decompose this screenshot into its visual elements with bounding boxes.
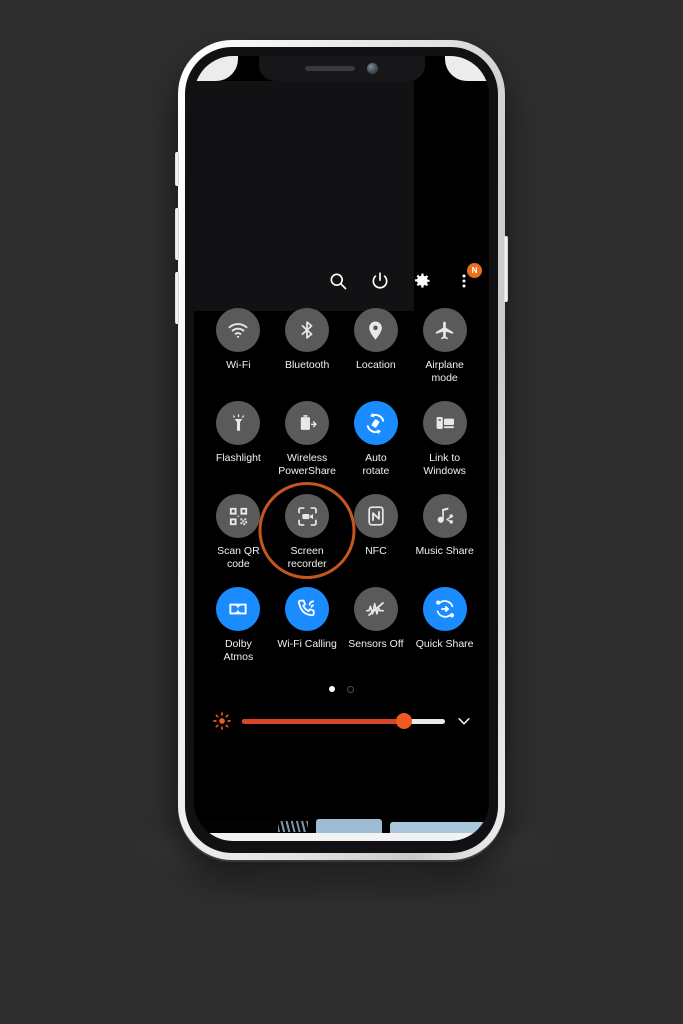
scene: N Wi-Fi Bluetooth Location Airplane mode…: [0, 0, 683, 1024]
quick-settings-panel: N Wi-Fi Bluetooth Location Airplane mode…: [194, 56, 489, 841]
toggle-bluetooth[interactable]: Bluetooth: [273, 308, 342, 384]
wallpaper-base: [194, 833, 489, 841]
toggle-label: Wireless PowerShare: [278, 452, 337, 477]
toggle-label: Dolby Atmos: [223, 638, 254, 663]
location-pin-icon: [353, 308, 398, 352]
toggle-label: Auto rotate: [362, 452, 390, 477]
page-indicator: [194, 683, 489, 695]
toggle-label: Bluetooth: [284, 359, 330, 371]
header-actions: N: [327, 263, 482, 292]
page-dot-inactive[interactable]: [347, 685, 354, 693]
qr-code-icon: [216, 494, 261, 538]
toggle-flashlight[interactable]: Flashlight: [204, 401, 273, 477]
music-share-icon: [422, 494, 467, 538]
flashlight-icon: [216, 401, 261, 445]
wallpaper-detail-a: [278, 821, 308, 832]
search-icon[interactable]: [327, 270, 349, 292]
toggle-scan-qr-code[interactable]: Scan QR code: [204, 494, 273, 570]
toggle-wireless-powershare[interactable]: Wireless PowerShare: [273, 401, 342, 477]
toggle-label: Screen recorder: [287, 545, 327, 570]
page-dot-active[interactable]: [329, 686, 335, 692]
wireless-powershare-icon: [285, 401, 330, 445]
power-button[interactable]: [504, 236, 508, 302]
toggle-label: Wi-Fi Calling: [277, 638, 337, 650]
brightness-icon: [212, 711, 232, 731]
toggle-screen-recorder[interactable]: Screen recorder: [258, 482, 356, 579]
toggle-label: Sensors Off: [348, 638, 404, 650]
toggle-sensors-off[interactable]: Sensors Off: [342, 587, 411, 663]
quick-panel-header: N: [194, 86, 489, 304]
phone-screen: N Wi-Fi Bluetooth Location Airplane mode…: [194, 56, 489, 841]
wifi-icon: [216, 308, 261, 352]
display-notch: [258, 56, 425, 81]
link-to-windows-icon: [422, 401, 467, 445]
toggle-label: Link to Windows: [423, 452, 466, 477]
toggle-nfc[interactable]: NFC: [342, 494, 411, 570]
toggle-location[interactable]: Location: [342, 308, 411, 384]
toggle-wifi-calling[interactable]: Wi-Fi Calling: [273, 587, 342, 663]
quick-share-icon: [422, 587, 467, 631]
front-camera-icon: [367, 63, 378, 74]
wallpaper-detail-b: [316, 819, 382, 833]
wifi-calling-icon: [285, 587, 330, 631]
toggle-label: NFC: [365, 545, 387, 557]
auto-rotate-icon: [353, 401, 398, 445]
toggle-auto-rotate[interactable]: Auto rotate: [342, 401, 411, 477]
brightness-slider[interactable]: [242, 713, 445, 729]
notification-badge: N: [467, 263, 482, 278]
toggle-label: Airplane mode: [425, 359, 464, 384]
gear-icon[interactable]: [411, 270, 433, 292]
power-icon[interactable]: [369, 270, 391, 292]
toggle-link-to-windows[interactable]: Link to Windows: [410, 401, 479, 477]
chevron-down-icon[interactable]: [455, 712, 473, 730]
brightness-slider-knob[interactable]: [396, 713, 413, 729]
sensors-off-icon: [353, 587, 398, 631]
phone-device: N Wi-Fi Bluetooth Location Airplane mode…: [175, 40, 508, 860]
brightness-control: [194, 701, 489, 731]
toggle-label: Wi-Fi: [226, 359, 251, 371]
dolby-atmos-icon: [216, 587, 261, 631]
brightness-slider-fill: [242, 718, 405, 724]
nfc-icon: [353, 494, 398, 538]
wallpaper-peek: [194, 819, 489, 841]
more-vert-icon[interactable]: N: [453, 263, 482, 292]
wallpaper-detail-c: [390, 822, 489, 833]
toggle-dolby-atmos[interactable]: Dolby Atmos: [204, 587, 273, 663]
screen-recorder-icon: [285, 494, 330, 538]
airplane-icon: [422, 308, 467, 352]
toggle-label: Flashlight: [215, 452, 261, 464]
toggle-label: Quick Share: [415, 638, 474, 650]
toggle-airplane-mode[interactable]: Airplane mode: [410, 308, 479, 384]
phone-bezel: N Wi-Fi Bluetooth Location Airplane mode…: [185, 47, 498, 853]
toggle-label: Music Share: [415, 545, 474, 557]
volume-down-button[interactable]: [175, 272, 179, 324]
quick-toggle-grid: Wi-Fi Bluetooth Location Airplane mode F…: [194, 304, 489, 663]
toggle-quick-share[interactable]: Quick Share: [410, 587, 479, 663]
toggle-label: Location: [356, 359, 396, 371]
toggle-label: Scan QR code: [217, 545, 260, 570]
toggle-music-share[interactable]: Music Share: [410, 494, 479, 570]
bluetooth-icon: [285, 308, 330, 352]
toggle-wifi[interactable]: Wi-Fi: [204, 308, 273, 384]
earpiece-speaker: [305, 66, 355, 71]
volume-up-button[interactable]: [175, 208, 179, 260]
mute-button[interactable]: [175, 152, 179, 186]
